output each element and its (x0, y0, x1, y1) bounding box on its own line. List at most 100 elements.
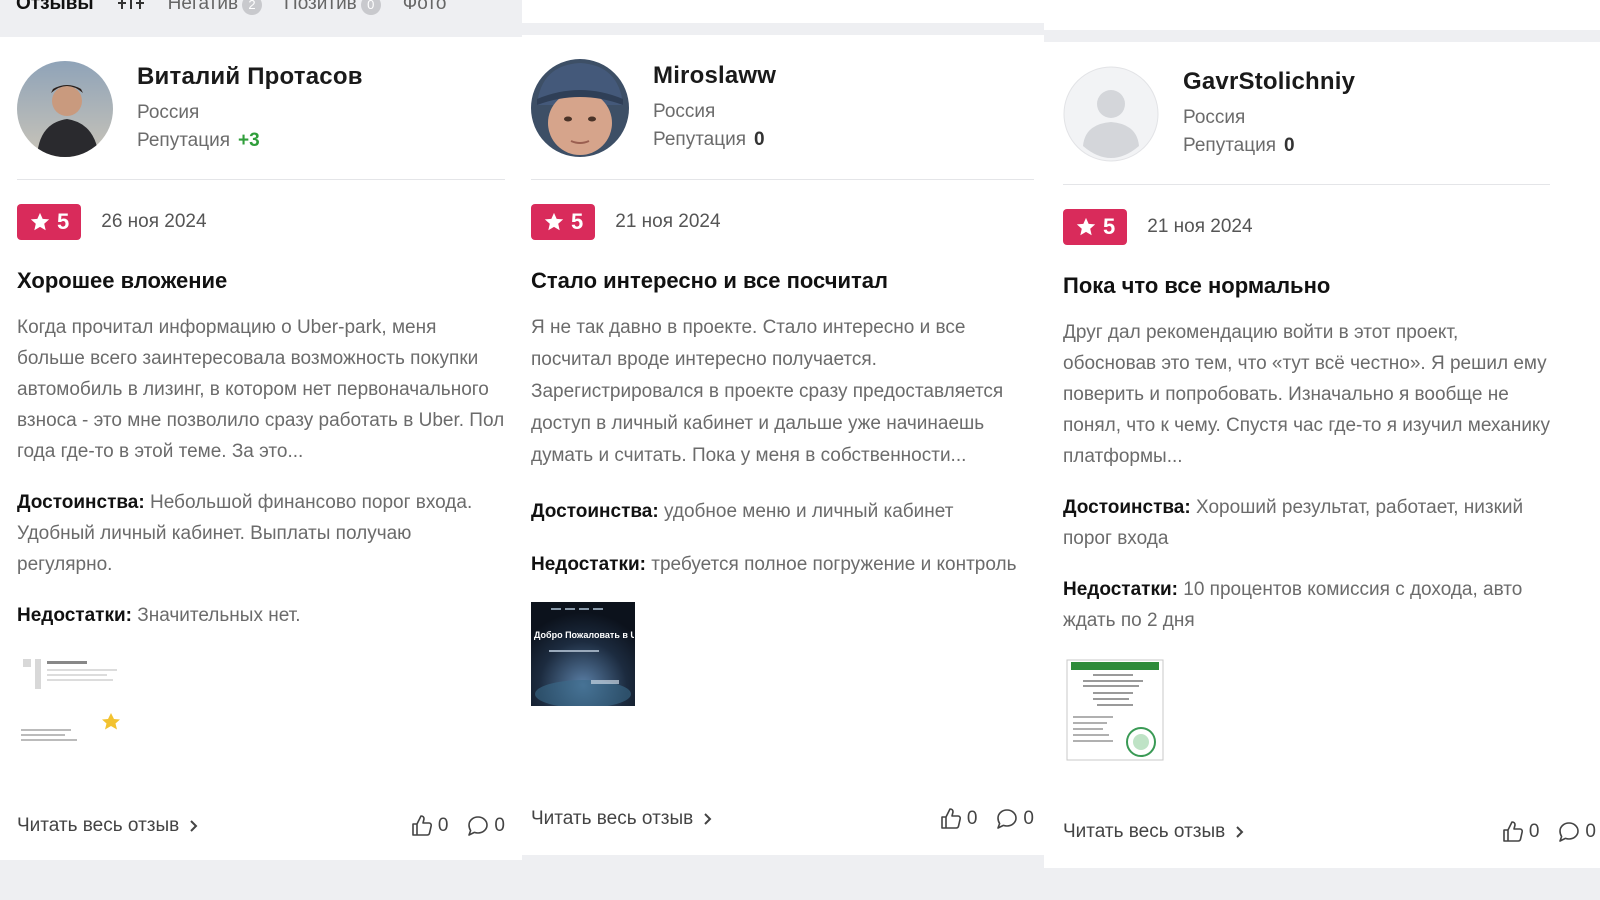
like-count: 0 (437, 815, 449, 836)
comment-count: 0 (1585, 821, 1596, 842)
review-text: Когда прочитал информацию о Uber-park, м… (17, 317, 505, 462)
review-cons: Недостатки: Значительных нет. (17, 600, 505, 631)
star-icon (30, 212, 50, 231)
review-cons: Недостатки: 10 процентов комиссия с дохо… (1063, 574, 1550, 636)
tab-negative[interactable]: Негатив 2 (167, 0, 263, 15)
review-date: 21 ноя 2024 (615, 211, 721, 232)
pros-label: Достоинства: (17, 492, 145, 513)
rating-value: 5 (1103, 214, 1116, 239)
review-text: Я не так давно в проекте. Стало интересн… (531, 317, 1004, 466)
comment-icon (468, 816, 489, 836)
tab-positive-count: 0 (360, 0, 381, 15)
tab-reviews[interactable]: Отзывы (16, 0, 94, 15)
author-country: Россия (137, 102, 200, 123)
thumbs-up-icon (412, 815, 432, 836)
read-full-review-link[interactable]: Читать весь отзыв (1063, 821, 1245, 843)
comment-button[interactable]: 0 (1557, 820, 1596, 844)
cons-label: Недостатки: (531, 554, 646, 575)
tab-positive-label: Позитив (284, 0, 357, 14)
comment-button[interactable]: 0 (995, 807, 1034, 831)
tab-positive[interactable]: Позитив 0 (284, 0, 381, 15)
rating-badge: 5 (1063, 209, 1128, 245)
previous-card-edge (1044, 0, 1600, 30)
rating-badge: 5 (17, 204, 82, 240)
pros-label: Достоинства: (531, 501, 659, 522)
review-date: 21 ноя 2024 (1147, 216, 1253, 237)
rating-value: 5 (571, 209, 584, 234)
avatar[interactable] (1063, 66, 1159, 162)
author-reputation: Репутация 0 (1183, 132, 1355, 160)
read-full-review-link[interactable]: Читать весь отзыв (17, 815, 199, 837)
chevron-right-icon (704, 813, 712, 825)
reputation-value: 0 (754, 129, 765, 150)
pros-text: удобное меню и личный кабинет (663, 501, 954, 522)
filter-tabs: Отзывы Негатив 2 Позитив 0 Фото (0, 0, 530, 22)
review-photo-thumbnail[interactable] (1063, 658, 1167, 762)
like-button[interactable]: 0 (939, 807, 978, 831)
author-country: Россия (1183, 107, 1246, 128)
reputation-value: +3 (238, 130, 260, 151)
rating-badge: 5 (531, 204, 596, 240)
read-more-label: Читать весь отзыв (531, 808, 694, 829)
cons-text: Значительных нет. (137, 605, 301, 626)
chevron-right-icon (190, 820, 198, 832)
review-title[interactable]: Пока что все нормально (1063, 273, 1550, 299)
review-card: Miroslaww Россия Репутация 0 5 21 ноя 202… (522, 0, 1044, 855)
star-icon (544, 212, 564, 231)
review-pros: Достоинства: удобное меню и личный кабин… (531, 496, 1034, 527)
author-reputation: Репутация 0 (653, 126, 776, 154)
review-photo-thumbnail[interactable] (17, 653, 121, 757)
filter-icon[interactable] (116, 0, 146, 17)
rating-value: 5 (57, 209, 70, 234)
like-count: 0 (1528, 821, 1540, 842)
review-author: GavrStolichniy Россия Репутация 0 (1063, 66, 1550, 185)
author-name[interactable]: Виталий Протасов (137, 63, 363, 91)
review-card: GavrStolichniy Россия Репутация 0 5 21 но… (1044, 0, 1600, 868)
cons-label: Недостатки: (1063, 579, 1178, 600)
thumbs-up-icon (1503, 821, 1523, 842)
read-full-review-link[interactable]: Читать весь отзыв (531, 808, 713, 830)
review-date: 26 ноя 2024 (101, 211, 207, 232)
chevron-right-icon (1236, 826, 1244, 838)
author-name[interactable]: GavrStolichniy (1183, 68, 1355, 96)
read-more-label: Читать весь отзыв (17, 815, 180, 836)
comment-count: 0 (494, 815, 505, 836)
review-cons: Недостатки: требуется полное погружение … (531, 549, 1034, 580)
tab-photo[interactable]: Фото (403, 0, 447, 15)
cons-text: требуется полное погружение и контроль (651, 554, 1017, 575)
reputation-label: Репутация (137, 130, 231, 151)
avatar[interactable] (531, 59, 629, 157)
star-icon (1076, 217, 1096, 236)
review-title[interactable]: Хорошее вложение (17, 268, 505, 294)
review-pros: Достоинства: Хороший результат, работает… (1063, 492, 1550, 554)
like-button[interactable]: 0 (410, 814, 449, 838)
pros-label: Достоинства: (1063, 497, 1191, 518)
thumbnail-caption: Добро Пожаловать в U (534, 630, 634, 640)
comment-icon (1559, 822, 1580, 842)
reputation-label: Репутация (653, 129, 747, 150)
thumbs-up-icon (941, 808, 961, 829)
author-reputation: Репутация +3 (137, 127, 363, 155)
review-pros: Достоинства: Небольшой финансово порог в… (17, 487, 505, 580)
review-author: Виталий Протасов Россия Репутация +3 (17, 61, 505, 180)
cons-label: Недостатки: (17, 605, 132, 626)
comment-button[interactable]: 0 (466, 814, 505, 838)
review-photo-thumbnail[interactable]: Добро Пожаловать в U (531, 602, 635, 706)
reputation-label: Репутация (1183, 135, 1277, 156)
tab-negative-count: 2 (242, 0, 263, 15)
avatar[interactable] (17, 61, 113, 157)
like-count: 0 (966, 808, 978, 829)
review-title[interactable]: Стало интересно и все посчитал (531, 268, 1034, 294)
comment-count: 0 (1023, 808, 1034, 829)
author-country: Россия (653, 101, 716, 122)
review-card: Виталий Протасов Россия Репутация +3 5 26… (0, 37, 522, 860)
like-button[interactable]: 0 (1501, 820, 1540, 844)
read-more-label: Читать весь отзыв (1063, 821, 1226, 842)
tab-negative-label: Негатив (167, 0, 239, 14)
previous-card-edge (522, 0, 1044, 23)
author-name[interactable]: Miroslaww (653, 62, 776, 90)
review-author: Miroslaww Россия Репутация 0 (531, 59, 1034, 180)
comment-icon (997, 809, 1018, 829)
reputation-value: 0 (1284, 135, 1295, 156)
review-text: Друг дал рекомендацию войти в этот проек… (1063, 322, 1550, 467)
